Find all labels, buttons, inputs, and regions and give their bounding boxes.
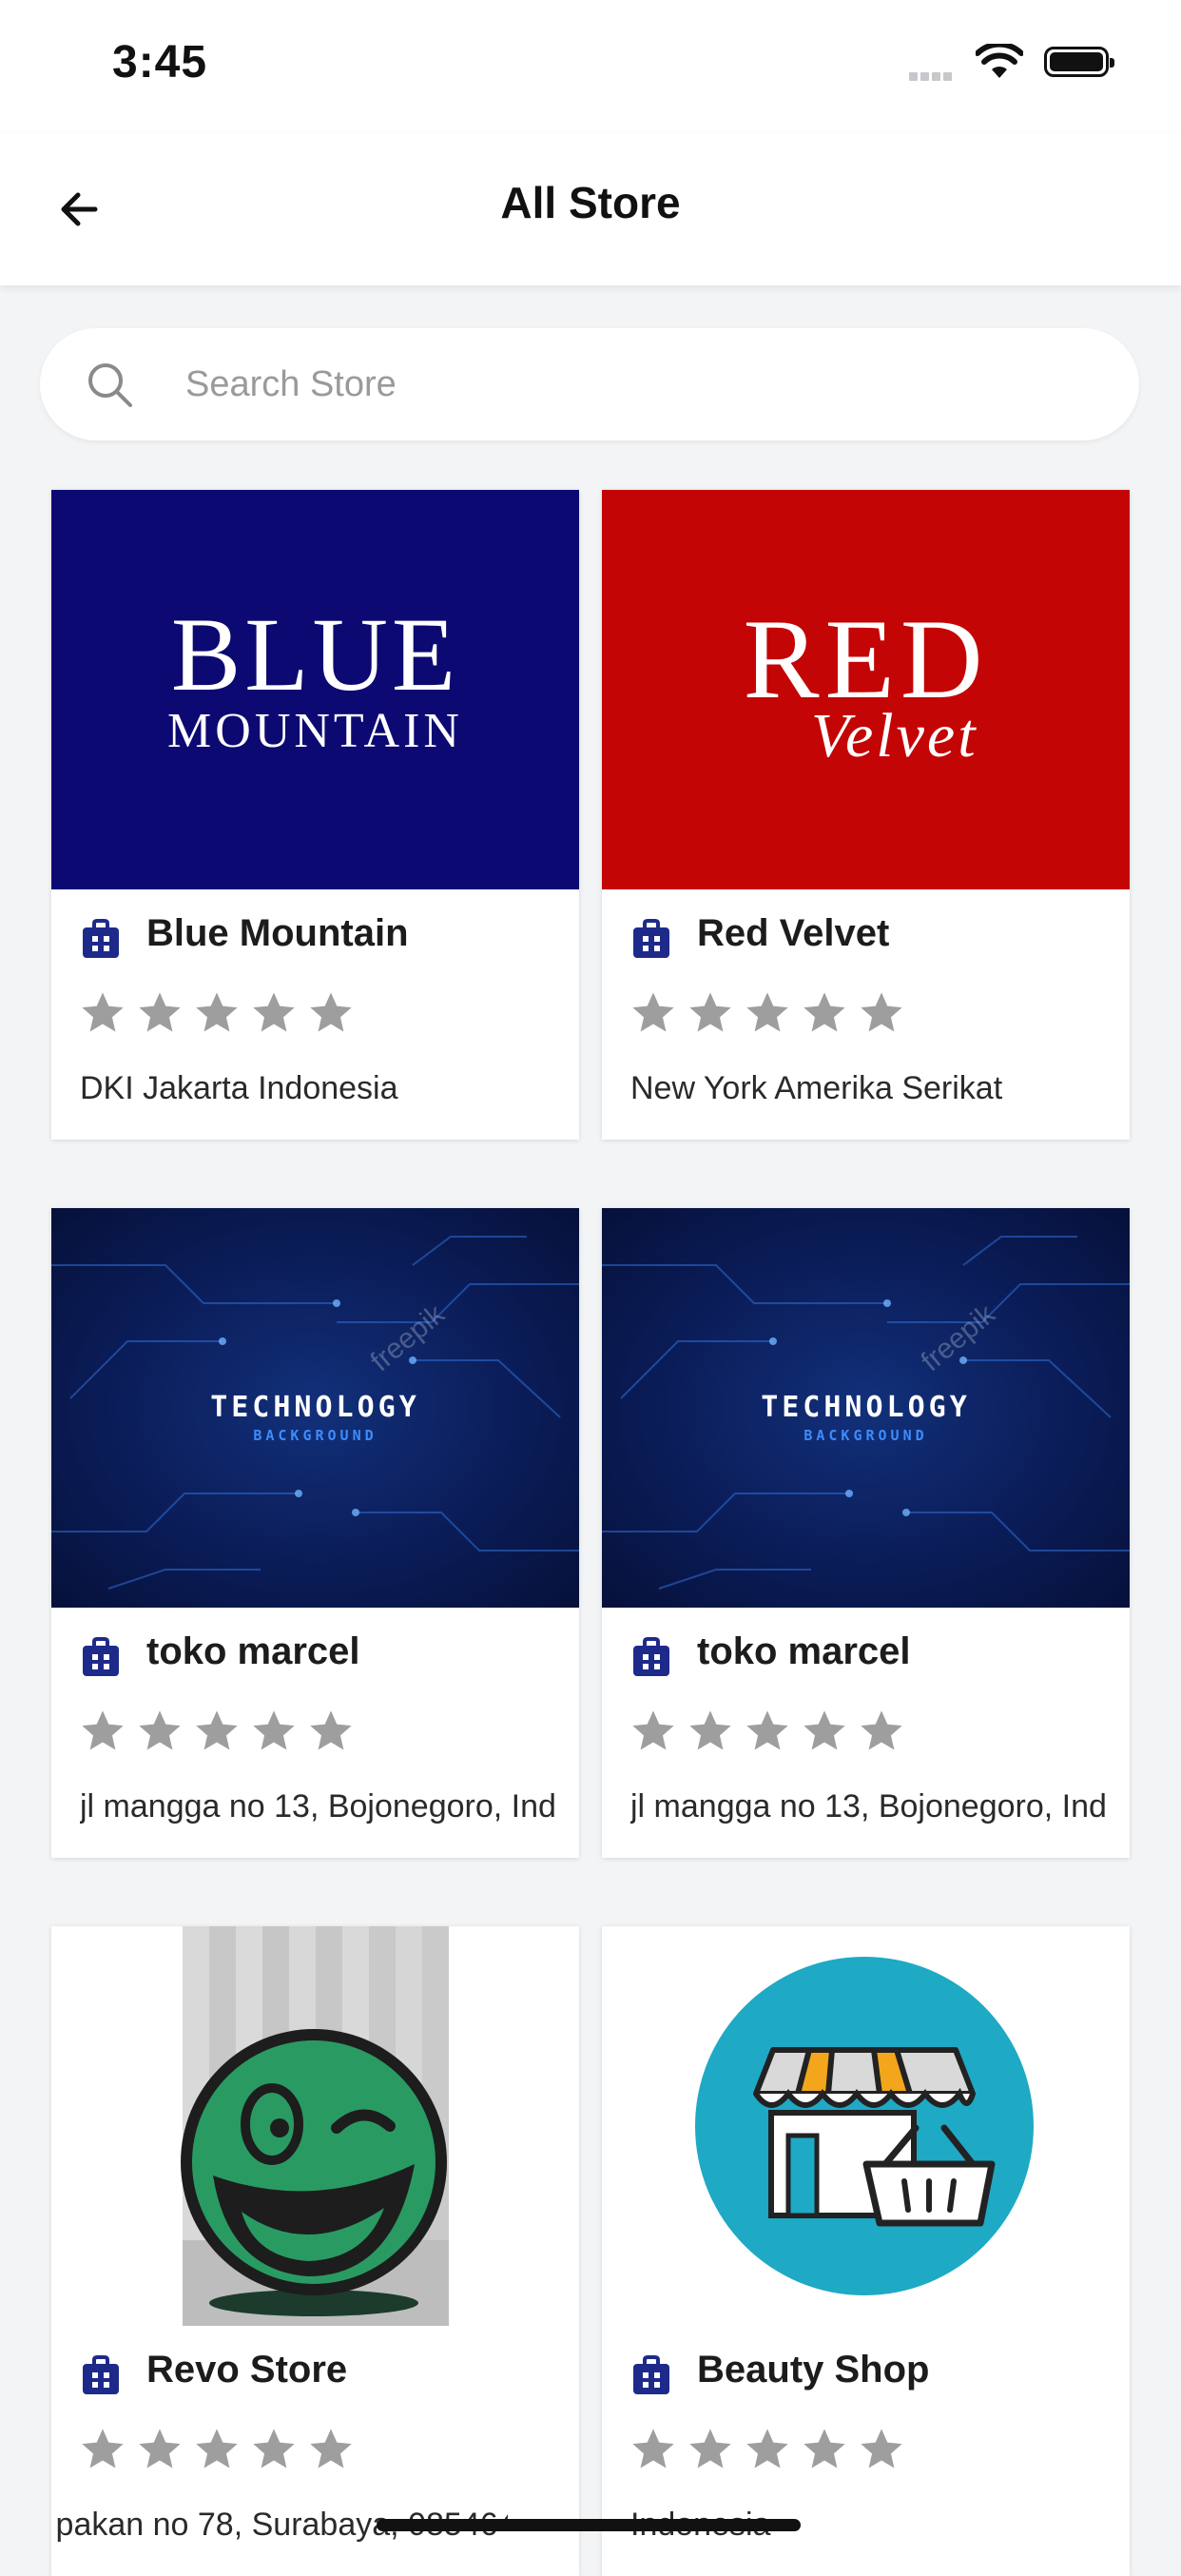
store-bag-icon — [83, 1637, 119, 1676]
star-icon — [861, 2429, 902, 2469]
search-input[interactable]: Search Store — [40, 328, 1139, 440]
store-rating — [629, 1707, 914, 1756]
star-icon — [253, 992, 295, 1032]
star-icon — [139, 992, 181, 1032]
store-logo-subtext: Velvet — [811, 701, 978, 771]
store-rating — [78, 1707, 363, 1756]
store-image: RED Velvet — [602, 490, 1130, 889]
store-location: New York Amerika Serikat — [630, 1070, 1003, 1106]
star-icon — [310, 2429, 352, 2469]
store-card[interactable]: Revo Store jl pakan no 78, Surabaya, 085… — [51, 1926, 579, 2576]
star-icon — [632, 2429, 674, 2469]
star-icon — [746, 1710, 788, 1750]
star-icon — [196, 992, 238, 1032]
search-icon — [88, 363, 132, 407]
store-rating — [78, 988, 363, 1038]
star-icon — [82, 992, 124, 1032]
store-image — [602, 1926, 1130, 2326]
star-icon — [139, 1710, 181, 1750]
star-icon — [139, 2429, 181, 2469]
store-logo-text: TECHNOLOGY — [210, 1391, 420, 1424]
shop-logo — [695, 1957, 1034, 2295]
star-icon — [310, 1710, 352, 1750]
star-icon — [253, 1710, 295, 1750]
store-card[interactable]: BLUE MOUNTAIN Blue Mountain DKI Jakarta … — [51, 490, 579, 1140]
star-icon — [253, 2429, 295, 2469]
search-placeholder: Search Store — [185, 364, 397, 404]
star-icon — [861, 992, 902, 1032]
star-icon — [861, 1710, 902, 1750]
star-icon — [803, 992, 845, 1032]
store-name: Beauty Shop — [697, 2349, 930, 2391]
store-logo-text: BLUE — [170, 596, 460, 712]
store-name: Blue Mountain — [146, 912, 409, 954]
store-rating — [629, 2425, 914, 2474]
store-image: BLUE MOUNTAIN — [51, 490, 579, 889]
store-name: toko marcel — [697, 1630, 911, 1672]
mascot-face — [181, 2029, 447, 2316]
star-icon — [689, 2429, 731, 2469]
store-logo-text: RED — [743, 595, 989, 722]
star-icon — [310, 992, 352, 1032]
store-card[interactable]: RED Velvet Red Velvet New York Amerika S… — [602, 490, 1130, 1140]
store-logo-subtext: MOUNTAIN — [167, 704, 463, 758]
page-title: All Store — [500, 178, 681, 227]
status-bar: 3:45 — [0, 0, 1181, 133]
store-logo-text: TECHNOLOGY — [761, 1391, 971, 1424]
store-name: Revo Store — [146, 2349, 348, 2391]
star-icon — [689, 992, 731, 1032]
store-location: jl mangga no 13, Bojonegoro, Indonesia — [630, 1788, 1106, 1825]
wifi-icon — [976, 44, 1023, 78]
star-icon — [82, 2429, 124, 2469]
star-icon — [196, 1710, 238, 1750]
store-location: DKI Jakarta Indonesia — [80, 1070, 398, 1106]
store-card[interactable]: TECHNOLOGY BACKGROUND freepik toko marce… — [602, 1208, 1130, 1858]
store-bag-icon — [83, 919, 119, 958]
status-time: 3:45 — [112, 37, 208, 88]
store-name: toko marcel — [146, 1630, 360, 1672]
star-icon — [82, 1710, 124, 1750]
store-card[interactable]: TECHNOLOGY BACKGROUND freepik toko marce… — [51, 1208, 579, 1858]
signal-icon — [909, 68, 955, 86]
store-logo-subtext: BACKGROUND — [253, 1427, 378, 1444]
star-icon — [632, 1710, 674, 1750]
store-rating — [78, 2425, 363, 2474]
home-indicator[interactable] — [377, 2519, 801, 2531]
store-name: Red Velvet — [697, 912, 890, 954]
star-icon — [803, 1710, 845, 1750]
star-icon — [632, 992, 674, 1032]
store-image: TECHNOLOGY BACKGROUND freepik — [51, 1208, 579, 1608]
star-icon — [803, 2429, 845, 2469]
star-icon — [746, 992, 788, 1032]
store-logo-subtext: BACKGROUND — [803, 1427, 928, 1444]
star-icon — [746, 2429, 788, 2469]
store-image — [51, 1926, 579, 2326]
store-bag-icon — [633, 2355, 669, 2394]
store-bag-icon — [633, 919, 669, 958]
store-bag-icon — [633, 1637, 669, 1676]
store-image: TECHNOLOGY BACKGROUND freepik — [602, 1208, 1130, 1608]
store-rating — [629, 988, 914, 1038]
battery-icon — [1044, 47, 1114, 77]
store-location: jl mangga no 13, Bojonegoro, Indonesia — [80, 1788, 555, 1825]
star-icon — [196, 2429, 238, 2469]
star-icon — [689, 1710, 731, 1750]
store-card[interactable]: Beauty Shop Indonesia — [602, 1926, 1130, 2576]
store-bag-icon — [83, 2355, 119, 2394]
